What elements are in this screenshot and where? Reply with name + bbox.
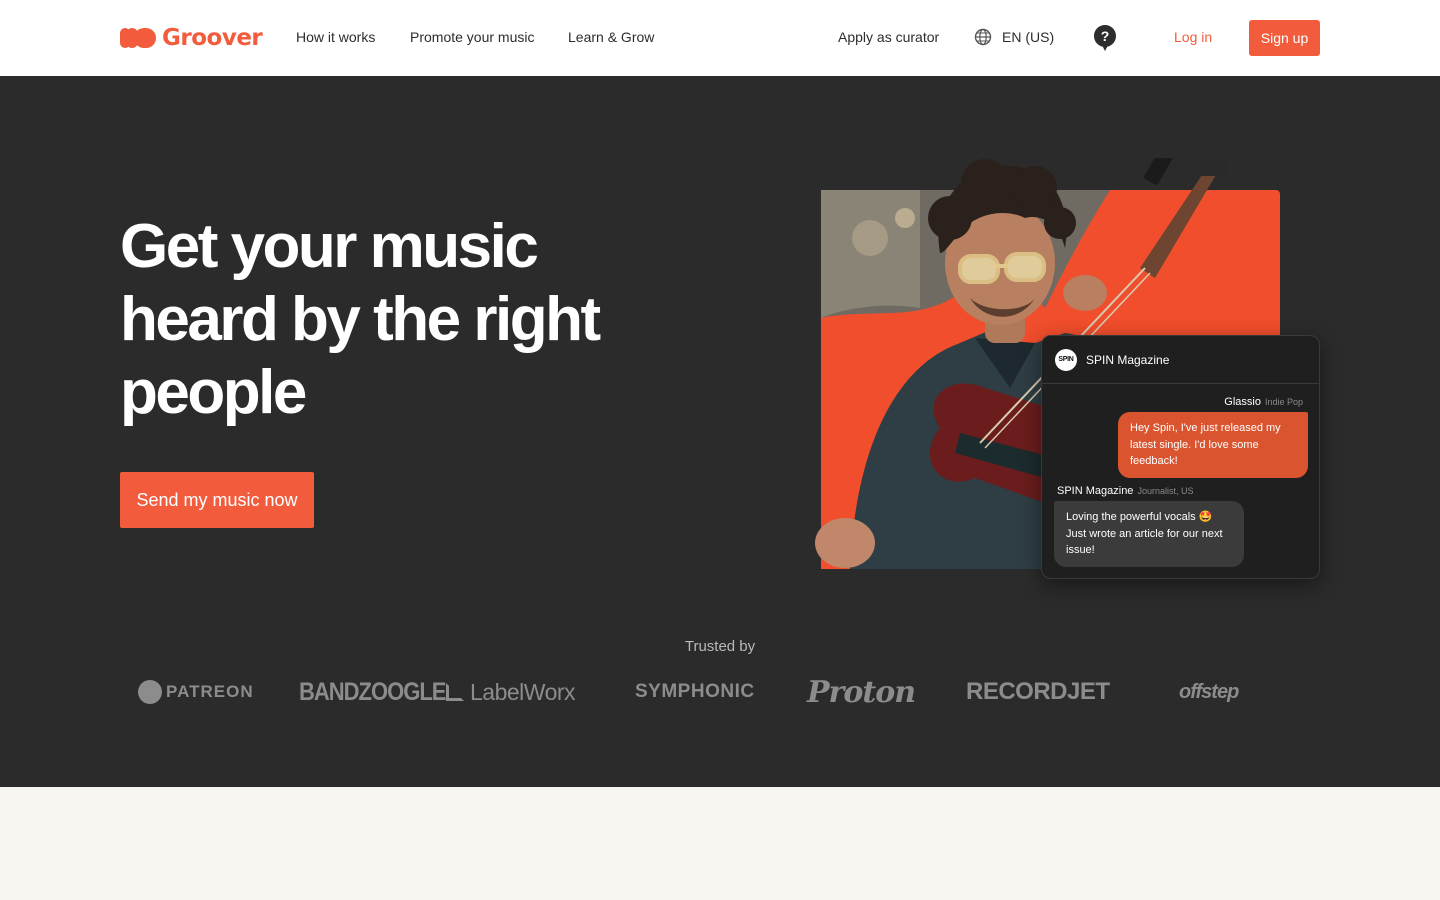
help-icon: ? xyxy=(1094,25,1116,51)
top-navigation: Groover How it works Promote your music … xyxy=(0,0,1440,76)
trusted-by-label: Trusted by xyxy=(684,638,756,655)
partner-logo-patreon: PATREON xyxy=(138,674,254,710)
hero-headline: Get your music heard by the right people xyxy=(120,210,680,429)
spin-magazine-logo: SPIN xyxy=(1055,348,1077,371)
partner-logo-offstep: offstep xyxy=(1179,680,1239,703)
patreon-icon xyxy=(138,680,162,704)
brand-name: Groover xyxy=(162,25,263,51)
partner-logo-bandzoogle: BANDZOOGLE xyxy=(299,677,446,706)
groover-logo-icon xyxy=(120,27,156,49)
artist-name: Glassio xyxy=(1224,396,1261,408)
artist-genre: Indie Pop xyxy=(1264,397,1303,407)
curator-sender: SPIN Magazine Journalist, US xyxy=(1057,485,1193,497)
language-label: EN (US) xyxy=(1002,29,1055,45)
partner-logo-symphonic: SYMPHONIC xyxy=(635,681,755,702)
apply-as-curator-link[interactable]: Apply as curator xyxy=(838,29,939,45)
login-link[interactable]: Log in xyxy=(1174,29,1212,45)
curator-message-bubble: Loving the powerful vocals 🤩 Just wrote … xyxy=(1054,501,1244,567)
partner-logo-recordjet: RECORDJET xyxy=(966,678,1110,705)
nav-learn-grow[interactable]: Learn & Grow xyxy=(568,29,654,45)
send-my-music-button[interactable]: Send my music now xyxy=(120,472,314,528)
nav-promote-your-music[interactable]: Promote your music xyxy=(410,29,534,45)
curator-name: SPIN Magazine xyxy=(1057,485,1134,497)
partner-name: PATREON xyxy=(166,682,254,701)
groover-logo[interactable]: Groover xyxy=(120,24,263,52)
partner-logo-labelworx: LabelWorx xyxy=(446,674,576,710)
hero-section: Get your music heard by the right people… xyxy=(0,76,1440,787)
globe-icon xyxy=(974,28,992,46)
chat-outlet-name: SPIN Magazine xyxy=(1086,352,1170,367)
svg-text:?: ? xyxy=(1101,28,1110,44)
help-button[interactable]: ? xyxy=(1093,24,1117,57)
headline-line: people xyxy=(120,358,307,427)
artist-sender: Glassio Indie Pop xyxy=(1224,396,1303,408)
partner-name: LabelWorx xyxy=(470,678,576,705)
headline-line: Get your music xyxy=(120,212,539,281)
chat-header: SPIN SPIN Magazine xyxy=(1042,336,1319,384)
labelworx-icon xyxy=(446,683,464,701)
chat-card: SPIN SPIN Magazine Glassio Indie Pop Hey … xyxy=(1041,335,1320,579)
language-selector[interactable]: EN (US) xyxy=(974,28,1054,46)
partner-logo-proton: Proton xyxy=(807,674,916,710)
headline-line: heard by the right xyxy=(120,285,601,354)
artist-message-bubble: Hey Spin, I've just released my latest s… xyxy=(1118,412,1308,478)
nav-how-it-works[interactable]: How it works xyxy=(296,29,375,45)
curator-role: Journalist, US xyxy=(1137,486,1194,496)
signup-button[interactable]: Sign up xyxy=(1249,20,1320,56)
